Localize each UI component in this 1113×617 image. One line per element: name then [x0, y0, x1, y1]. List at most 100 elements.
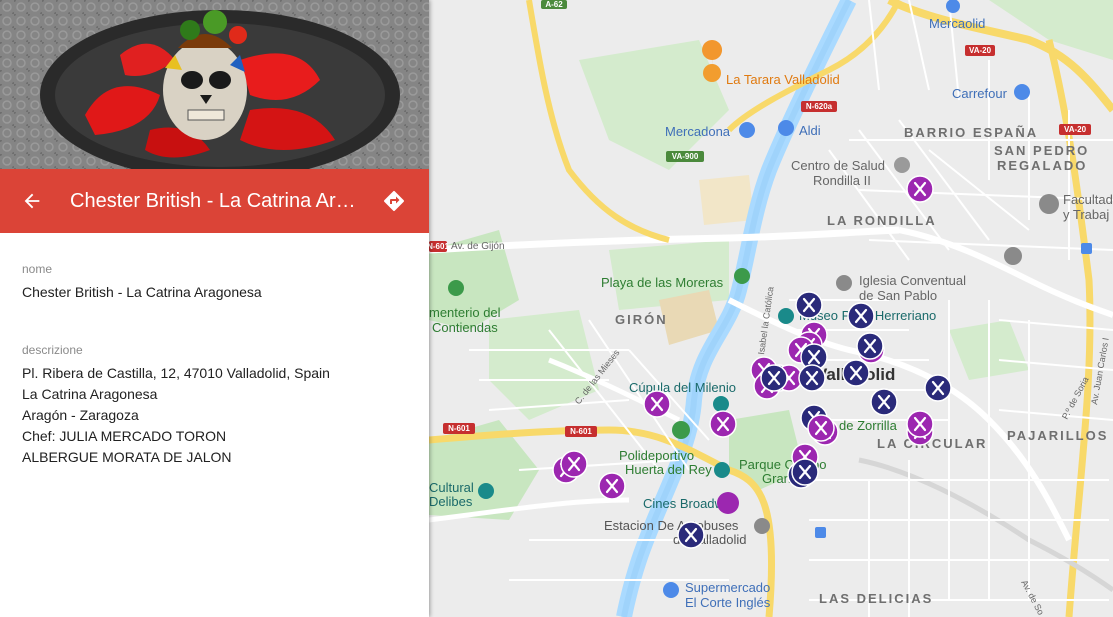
urban-block: [699, 175, 754, 225]
svg-text:Aldi: Aldi: [799, 123, 821, 138]
svg-text:Mercadona: Mercadona: [665, 124, 731, 139]
cake-icon: [717, 492, 739, 514]
restaurant-marker[interactable]: [847, 302, 875, 330]
svg-text:N-601: N-601: [570, 427, 592, 436]
museum-icon: [714, 462, 730, 478]
restaurant-marker[interactable]: [791, 458, 819, 486]
area-label: SAN PEDRO: [994, 143, 1089, 158]
area-label: BARRIO ESPAÑA: [904, 125, 1038, 140]
poi-aldi[interactable]: Aldi: [778, 120, 821, 138]
area-label: LA RONDILLA: [827, 213, 937, 228]
description-line: Aragón - Zaragoza: [22, 407, 139, 423]
svg-text:Contiendas: Contiendas: [432, 320, 498, 335]
shopping-cart-icon: [1014, 84, 1030, 100]
svg-text:VA-900: VA-900: [672, 152, 699, 161]
svg-text:y Trabaj: y Trabaj: [1063, 207, 1109, 222]
nome-value: Chester British - La Catrina Aragonesa: [22, 284, 262, 300]
restaurant-marker[interactable]: [677, 521, 705, 549]
park-icon: [448, 280, 464, 296]
place-details: nome Chester British - La Catrina Aragon…: [22, 262, 412, 468]
poi-cines[interactable]: Cines Broadway: [643, 492, 739, 514]
svg-text:VA-20: VA-20: [1064, 125, 1087, 134]
street-label: Av. de Gijón: [451, 241, 505, 252]
description-line: ALBERGUE MORATA DE JALON: [22, 449, 232, 465]
svg-text:Cultural: Cultural: [429, 480, 474, 495]
svg-text:Cúpula del Milenio: Cúpula del Milenio: [629, 380, 736, 395]
music-icon: [478, 483, 494, 499]
svg-text:Iglesia Conventual: Iglesia Conventual: [859, 273, 966, 288]
svg-text:de San Pablo: de San Pablo: [859, 288, 937, 303]
bus-stop-icon: [754, 518, 770, 534]
svg-text:N-601: N-601: [448, 424, 470, 433]
train-icon: [815, 527, 826, 538]
restaurant-marker[interactable]: [870, 388, 898, 416]
shopping-cart-icon: [739, 122, 755, 138]
restaurant-marker[interactable]: [842, 359, 870, 387]
directions-button[interactable]: [376, 183, 412, 219]
back-button[interactable]: [14, 183, 50, 219]
svg-text:A-62: A-62: [545, 0, 563, 9]
directions-icon: [383, 190, 405, 212]
restaurant-marker[interactable]: [906, 410, 934, 438]
map-pin-icon: [672, 421, 690, 439]
restaurant-marker[interactable]: [906, 175, 934, 203]
park-icon: [734, 268, 750, 284]
area-label: LAS DELICIAS: [819, 591, 933, 606]
nome-section: nome Chester British - La Catrina Aragon…: [22, 262, 412, 303]
restaurant-marker[interactable]: [598, 472, 626, 500]
svg-text:Carrefour: Carrefour: [952, 86, 1008, 101]
svg-text:Huerta del Rey: Huerta del Rey: [625, 462, 712, 477]
description-text: Pl. Ribera de Castilla, 12, 47010 Vallad…: [22, 363, 412, 468]
restaurant-marker[interactable]: [760, 364, 788, 392]
school-icon: [1039, 194, 1059, 214]
svg-text:Facultad: Facultad: [1063, 192, 1113, 207]
svg-text:La Tarara Valladolid: La Tarara Valladolid: [726, 72, 840, 87]
svg-text:Estacion De Autobuses: Estacion De Autobuses: [604, 518, 739, 533]
restaurant-marker[interactable]: [560, 450, 588, 478]
building-icon: [894, 157, 910, 173]
restaurant-marker[interactable]: [807, 414, 835, 442]
place-detail-panel: Chester British - La Catrina Aragonesa n…: [0, 0, 429, 617]
svg-text:de Zorrilla: de Zorrilla: [839, 418, 898, 433]
svg-text:menterio del: menterio del: [429, 305, 501, 320]
svg-text:N-620a: N-620a: [806, 102, 833, 111]
svg-text:Supermercado: Supermercado: [685, 580, 770, 595]
descrizione-section: descrizione Pl. Ribera de Castilla, 12, …: [22, 343, 412, 468]
restaurant-marker[interactable]: [924, 374, 952, 402]
nome-label: nome: [22, 262, 53, 276]
svg-text:Rondilla II: Rondilla II: [813, 173, 871, 188]
svg-text:Delibes: Delibes: [429, 494, 473, 509]
svg-text:El Corte Inglés: El Corte Inglés: [685, 595, 771, 610]
svg-text:Playa de las Moreras: Playa de las Moreras: [601, 275, 724, 290]
poi-carrefour[interactable]: Carrefour: [952, 84, 1030, 101]
restaurant-marker[interactable]: [856, 332, 884, 360]
poi-zorrilla[interactable]: de Zorrilla: [839, 418, 898, 433]
place-title: Chester British - La Catrina Aragonesa: [70, 190, 362, 212]
museum-icon: [778, 308, 794, 324]
svg-text:Centro de Salud: Centro de Salud: [791, 158, 885, 173]
descrizione-label: descrizione: [22, 343, 83, 357]
area-label: GIRÓN: [615, 312, 668, 327]
map-view[interactable]: A-62 VA-20 N-620a VA-900 N-601 N-601 N-6…: [429, 0, 1113, 617]
church-icon: [836, 275, 852, 291]
restaurant-marker[interactable]: [798, 364, 826, 392]
place-photo: [0, 0, 429, 169]
area-label: PAJARILLOS: [1007, 428, 1108, 443]
place-header-bar: Chester British - La Catrina Aragonesa: [0, 169, 429, 233]
train-icon: [1081, 243, 1092, 254]
school-icon: [1004, 247, 1022, 265]
restaurant-marker[interactable]: [795, 291, 823, 319]
svg-text:VA-20: VA-20: [969, 46, 992, 55]
svg-text:Mercaolid: Mercaolid: [929, 16, 985, 31]
restaurant-marker[interactable]: [709, 410, 737, 438]
svg-text:Polideportivo: Polideportivo: [619, 448, 694, 463]
map-canvas[interactable]: A-62 VA-20 N-620a VA-900 N-601 N-601 N-6…: [429, 0, 1113, 617]
description-line: Chef: JULIA MERCADO TORON: [22, 428, 227, 444]
area-label: REGALADO: [997, 158, 1087, 173]
shopping-cart-icon: [663, 582, 679, 598]
description-line: La Catrina Aragonesa: [22, 386, 158, 402]
shopping-cart-icon: [778, 120, 794, 136]
svg-text:N-601: N-601: [429, 242, 449, 251]
restaurant-marker[interactable]: [643, 390, 671, 418]
description-line: Pl. Ribera de Castilla, 12, 47010 Vallad…: [22, 365, 330, 381]
